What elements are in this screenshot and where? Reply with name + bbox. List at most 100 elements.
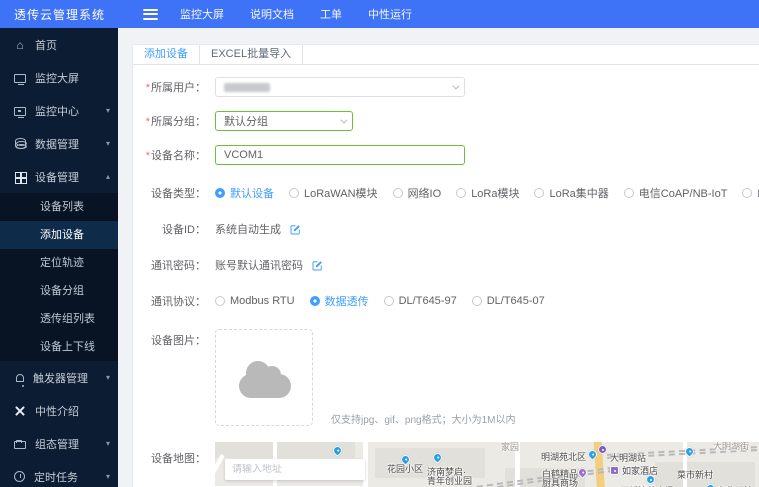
- tab-excel-import[interactable]: EXCEL批量导入: [200, 45, 304, 64]
- topnav-docs[interactable]: 说明文档: [250, 6, 294, 22]
- device-map[interactable]: 花园小区 济南梦启· 青年创业园 家园 明湖苑北区 大明湖站 如家酒店 白鹤精品…: [215, 442, 759, 487]
- map-label: 济南梦启· 青年创业园: [427, 467, 473, 486]
- device-name-field[interactable]: [215, 145, 465, 165]
- group-select[interactable]: 默认分组: [215, 111, 353, 131]
- map-label: 白鹤精品 厨具商场: [542, 469, 579, 487]
- menu-toggle-icon[interactable]: [143, 8, 159, 20]
- screen-icon: [14, 72, 26, 85]
- device-id-value: 系统自动生成: [215, 224, 281, 236]
- radio-modbus-rtu[interactable]: Modbus RTU: [215, 295, 295, 307]
- protocol-radio-group: Modbus RTU 数据透传 DL/T645-97 DL/T645-07: [215, 293, 545, 309]
- group-label: *所属分组：: [145, 116, 206, 128]
- sidebar-item-trigger-management[interactable]: 触发器管理 ▾: [0, 361, 118, 394]
- database-icon: [15, 138, 27, 149]
- sidebar-item-device-online-offline[interactable]: 设备上下线: [0, 333, 118, 361]
- edit-icon[interactable]: [290, 224, 301, 235]
- owner-select[interactable]: [215, 77, 465, 97]
- map-label: 大明湖街: [713, 442, 750, 451]
- main-content: 添加设备 EXCEL批量导入 *所属用户： *所属分组： 默认分组 *设备名称：…: [118, 28, 759, 487]
- chevron-down-icon: ▾: [105, 106, 110, 115]
- app-window: 透传云管理系统 监控大屏 说明文档 工单 中性运行 ⌂ 首页 监控大屏 监控中心…: [0, 0, 759, 487]
- radio-default-device[interactable]: 默认设备: [215, 185, 274, 201]
- top-nav: 监控大屏 说明文档 工单 中性运行: [180, 6, 412, 22]
- sidebar-item-location-track[interactable]: 定位轨迹: [0, 249, 118, 277]
- map-label: 大明湖站: [610, 453, 647, 463]
- device-type-radio-group: 默认设备 LoRaWAN模块 网络IO LoRa模块 LoRa集中器 电信CoA…: [215, 185, 759, 201]
- sidebar-item-monitor-screen[interactable]: 监控大屏: [0, 61, 118, 94]
- radio-lora-concentrator[interactable]: LoRa集中器: [534, 185, 609, 201]
- topnav-monitor-screen[interactable]: 监控大屏: [180, 6, 224, 22]
- tab-add-device[interactable]: 添加设备: [133, 45, 200, 64]
- map-search-box: [225, 459, 365, 480]
- app-title: 透传云管理系统: [14, 7, 106, 22]
- device-image-label: 设备图片：: [151, 335, 206, 347]
- radio-icon: [471, 296, 482, 306]
- radio-icon: [392, 188, 403, 198]
- radio-icon: [623, 188, 634, 198]
- sidebar-item-add-device[interactable]: 添加设备: [0, 221, 118, 249]
- hotel-icon: [610, 466, 619, 475]
- radio-icon: [215, 296, 225, 306]
- sidebar-item-device-list[interactable]: 设备列表: [0, 193, 118, 221]
- radio-icon: [215, 188, 225, 198]
- cloud-placeholder-icon: [239, 361, 291, 398]
- topbar: 透传云管理系统 监控大屏 说明文档 工单 中性运行: [0, 0, 759, 28]
- radio-data-passthrough[interactable]: 数据透传: [309, 293, 369, 309]
- grid-icon: [14, 171, 26, 183]
- radio-coap-nbiot[interactable]: 电信CoAP/NB-IoT: [623, 185, 727, 201]
- radio-icon: [534, 188, 545, 198]
- clock-icon: [14, 471, 25, 482]
- chevron-down-icon: ▾: [105, 139, 110, 148]
- chevron-down-icon: ▾: [105, 472, 110, 481]
- sidebar-item-neutral-intro[interactable]: 中性介绍: [0, 394, 118, 427]
- topnav-workorder[interactable]: 工单: [320, 6, 342, 22]
- device-submenu: 设备列表 添加设备 定位轨迹 设备分组 透传组列表 设备上下线: [0, 193, 118, 361]
- tab-bar: 添加设备 EXCEL批量导入: [133, 45, 759, 65]
- metro-station-icon: [598, 445, 607, 454]
- radio-icon: [383, 296, 394, 306]
- radio-lora-module[interactable]: LoRa模块: [456, 185, 519, 201]
- radio-dlt645-97[interactable]: DL/T645-97: [383, 295, 457, 307]
- radio-lorawan-module[interactable]: LoRaWAN模块: [289, 185, 378, 201]
- sidebar-item-config-management[interactable]: 组态管理 ▾: [0, 427, 118, 460]
- map-poi-icon: [646, 475, 655, 484]
- sidebar-item-device-management[interactable]: 设备管理 ▴: [0, 160, 118, 193]
- home-icon: ⌂: [16, 37, 24, 52]
- sidebar-item-passthrough-group-list[interactable]: 透传组列表: [0, 305, 118, 333]
- owner-value-redacted: [224, 82, 270, 92]
- folder-icon: [14, 439, 26, 449]
- owner-label: *所属用户：: [145, 82, 206, 94]
- sidebar-item-device-group[interactable]: 设备分组: [0, 277, 118, 305]
- radio-network-io[interactable]: 网络IO: [392, 185, 441, 201]
- add-device-form: *所属用户： *所属分组： 默认分组 *设备名称： VCOM1 设备类型： 默认…: [133, 65, 759, 487]
- chevron-down-icon: [452, 82, 460, 90]
- sidebar-item-home[interactable]: ⌂ 首页: [0, 28, 118, 61]
- comm-password-value: 账号默认通讯密码: [215, 260, 303, 272]
- protocol-label: 通讯协议：: [151, 296, 206, 308]
- monitor-center-icon: [14, 105, 26, 118]
- device-type-label: 设备类型：: [151, 188, 206, 200]
- chevron-down-icon: [340, 116, 348, 124]
- map-label: 明湖苑北区: [541, 452, 587, 462]
- map-label: 家园: [501, 442, 520, 452]
- form-card: 添加设备 EXCEL批量导入 *所属用户： *所属分组： 默认分组 *设备名称：…: [132, 44, 759, 487]
- chevron-down-icon: ▾: [105, 373, 110, 382]
- map-label: 菜市新村: [677, 470, 714, 480]
- sidebar-item-scheduled-tasks[interactable]: 定时任务 ▾: [0, 460, 118, 487]
- device-image-upload[interactable]: [215, 329, 313, 426]
- device-name-input[interactable]: [224, 149, 456, 161]
- radio-icon: [309, 296, 320, 306]
- edit-icon[interactable]: [312, 260, 323, 271]
- sidebar-item-monitor-center[interactable]: 监控中心 ▾: [0, 94, 118, 127]
- sidebar: ⌂ 首页 监控大屏 监控中心 ▾ 数据管理 ▾ 设备管理 ▴ 设备列表 添加设备…: [0, 28, 118, 487]
- map-address-input[interactable]: [232, 464, 358, 475]
- comm-password-label: 通讯密码：: [151, 260, 206, 272]
- device-image-hint: 仅支持jpg、gif、png格式；大小为1M以内: [331, 415, 516, 426]
- radio-plc-gateway[interactable]: PLC云网关: [742, 185, 759, 201]
- sidebar-item-data-management[interactable]: 数据管理 ▾: [0, 127, 118, 160]
- map-label: 花园小区: [387, 464, 424, 474]
- topnav-neutral-run[interactable]: 中性运行: [368, 6, 412, 22]
- radio-dlt645-07[interactable]: DL/T645-07: [471, 295, 545, 307]
- bell-icon: [16, 374, 24, 387]
- chevron-up-icon: ▴: [105, 172, 110, 181]
